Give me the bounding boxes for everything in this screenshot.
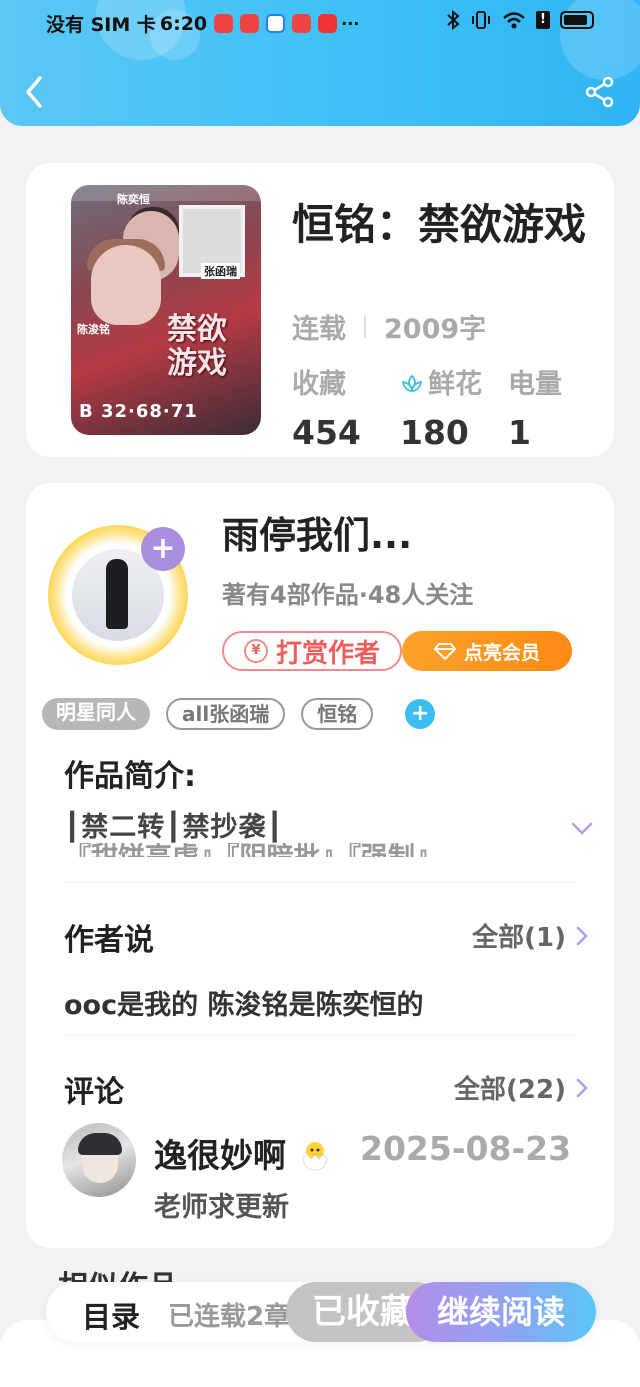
diamond-icon [433,643,456,660]
stat-value-power: 1 [508,413,531,452]
huawei-app-icon [240,14,260,33]
cover-name-left: 陈浚铭 [77,323,110,336]
cover-number: B 32·68·71 [79,401,198,422]
cover-title-line: 禁欲 [167,312,227,347]
stat-label-text: 鲜花 [428,369,482,400]
author-say-content: ooc是我的 陈浚铭是陈奕恒的 [64,990,424,1021]
vip-button[interactable]: 点亮会员 [402,631,572,671]
cover-title: 禁欲 游戏 [167,313,227,381]
chevron-left-icon [26,76,42,108]
expand-intro-icon[interactable] [570,821,594,837]
flower-icon [401,374,423,392]
status-right: ! [446,10,594,30]
divider [364,315,366,338]
cover-name-top: 陈奕恒 [117,193,150,206]
huawei-app-icon [214,14,234,33]
alert-icon: ! [536,11,550,29]
chevron-right-icon [576,1078,588,1097]
stat-value-flowers: 180 [400,413,469,452]
intro-line-faded: 『甜饼高虐』『阴暗批』『强制』 [64,843,544,857]
tag-item[interactable]: 明星同人 [42,698,150,730]
commenter-name-text: 逸很妙啊 [154,1136,286,1175]
avatar-figure [106,559,128,629]
stat-value-favorites: 454 [292,413,361,452]
shield-icon [266,14,286,33]
cover-portrait [91,245,161,325]
author-name[interactable]: 雨停我们... [222,505,412,559]
book-cover[interactable]: 陈奕恒 陈浚铭 张函瑞 禁欲 游戏 B 32·68·71 [71,185,261,435]
vip-label: 点亮会员 [463,641,540,664]
stat-label-flowers: 鲜花 [400,362,508,401]
yen-icon: ¥ [243,639,268,663]
wifi-icon [503,12,525,29]
status-left: 没有 SIM 卡 6:20 ··· [46,10,359,37]
similar-works-title: 相似作品 [58,1268,178,1282]
chevron-right-icon [576,926,588,945]
bluetooth-icon [447,10,460,30]
cover-title-line: 游戏 [167,346,227,381]
all-label: 全部(22) [454,1075,566,1105]
divider [64,1035,576,1036]
continue-reading-button[interactable]: 继续阅读 [406,1282,596,1342]
vibrate-icon [472,11,490,29]
catalog-button[interactable]: 目录 [82,1294,140,1336]
share-button[interactable] [584,76,616,108]
stats-labels: 收藏 鲜花 电量 [292,362,562,401]
more-notifications: ··· [341,14,360,33]
comment-text: 老师求更新 [154,1192,289,1223]
author-say-all-link[interactable]: 全部(1) [472,917,588,954]
tag-item[interactable]: all张函瑞 [166,698,286,730]
book-status-row: 连载 2009字 [292,307,486,346]
add-tag-button[interactable]: + [405,699,436,729]
divider [64,881,576,882]
book-title: 恒铭：禁欲游戏 [292,200,587,249]
tag-item[interactable]: 恒铭 [301,698,374,730]
intro-line: ┃禁二转┃禁抄袭┃ [64,812,284,843]
tag-list: 明星同人 all张函瑞 恒铭 + [42,698,436,730]
header: 没有 SIM 卡 6:20 ··· ! [0,0,640,126]
huawei-app-icon [292,14,312,33]
chapter-progress: 已连载2章 [168,1302,291,1332]
book-info-card: 陈奕恒 陈浚铭 张函瑞 禁欲 游戏 B 32·68·71 恒铭：禁欲游戏 连载 … [26,163,614,457]
comments-title: 评论 [64,1075,124,1110]
avatar-hair [78,1133,122,1155]
bottom-action-bar: 目录 已连载2章 已收藏 继续阅读 [46,1282,596,1342]
reward-label: 打赏作者 [275,638,380,669]
book-detail-page: 没有 SIM 卡 6:20 ··· ! 陈奕恒 陈浚铭 张函瑞 禁欲 游戏 B … [0,0,640,1387]
commenter-name[interactable]: 逸很妙啊 [154,1129,332,1177]
details-card: + 雨停我们... 著有4部作品·48人关注 ¥ 打赏作者 点亮会员 明星同人 … [26,483,614,1248]
comments-all-link[interactable]: 全部(22) [454,1069,588,1106]
serial-status: 连载 [292,314,346,345]
cover-stripe [71,185,261,201]
intro-title: 作品简介: [64,759,196,794]
word-count: 2009字 [384,314,487,345]
author-say-title: 作者说 [64,923,154,958]
battery-icon [560,11,594,29]
comment-date: 2025-08-23 [360,1129,572,1168]
stats-values: 454 180 1 [292,413,531,452]
cover-name-right: 张函瑞 [201,263,240,279]
carrier-text: 没有 SIM 卡 [46,14,156,36]
stat-label-favorites: 收藏 [292,369,346,400]
all-label: 全部(1) [472,923,566,953]
commenter-avatar[interactable] [62,1123,136,1197]
book-app-icon [318,14,338,33]
status-bar: 没有 SIM 卡 6:20 ··· ! [0,0,640,44]
stat-label-power: 电量 [508,369,562,400]
author-meta: 著有4部作品·48人关注 [222,581,474,609]
reward-author-button[interactable]: ¥ 打赏作者 [222,631,402,671]
share-icon [585,76,614,108]
back-button[interactable] [20,72,50,112]
chick-badge-icon [301,1142,328,1171]
clock: 6:20 [159,12,208,35]
follow-author-button[interactable]: + [141,527,185,571]
